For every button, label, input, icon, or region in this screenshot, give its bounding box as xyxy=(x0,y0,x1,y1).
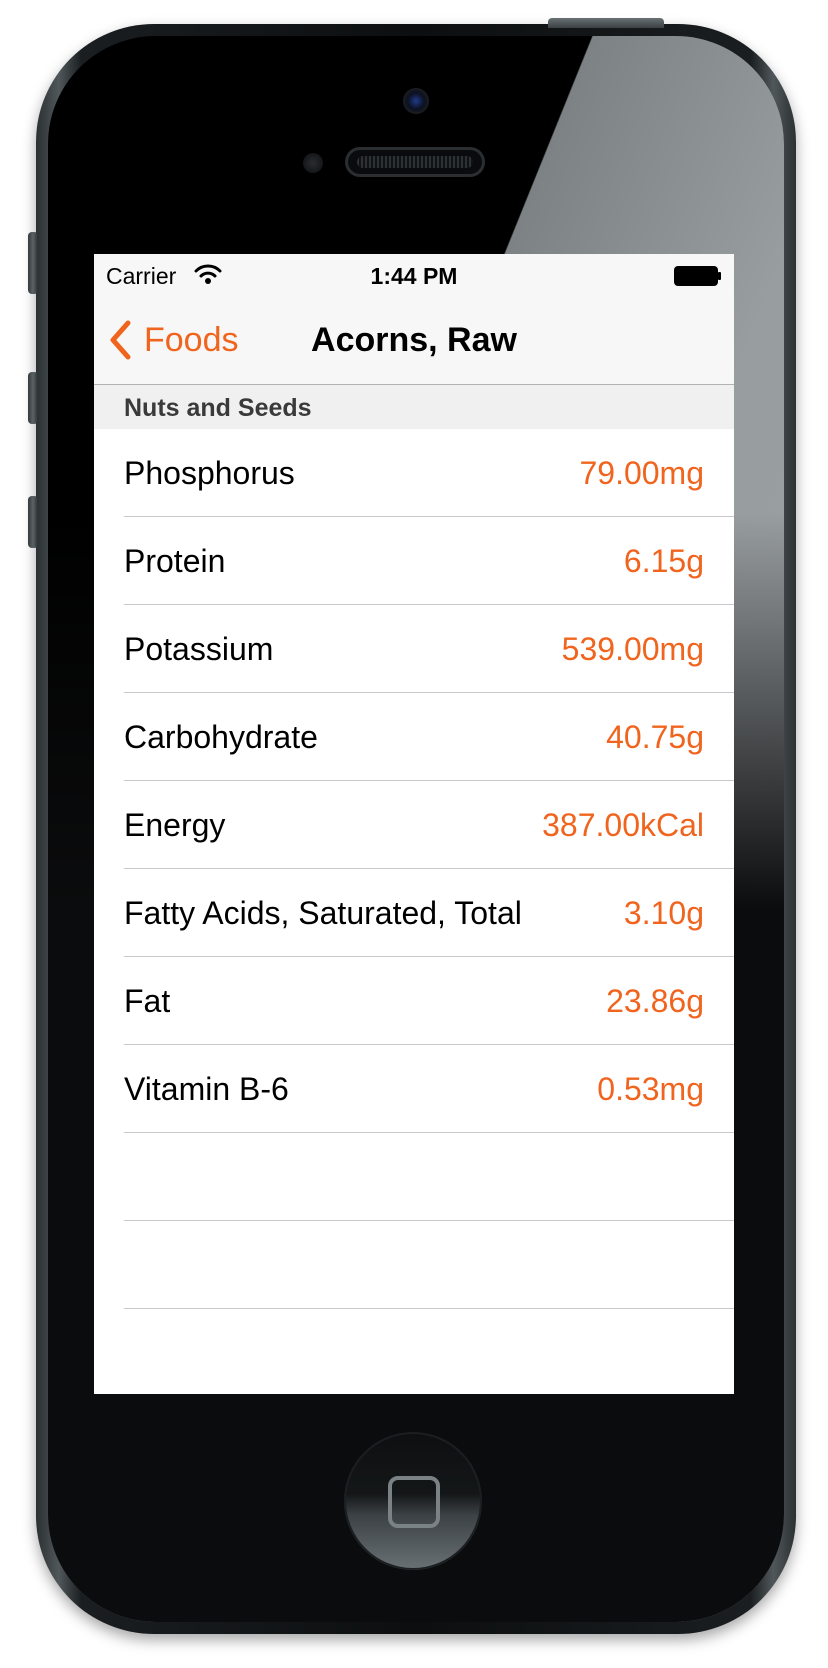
earpiece-speaker xyxy=(345,147,485,177)
home-button[interactable] xyxy=(344,1432,482,1570)
nutrient-value: 387.00kCal xyxy=(542,807,704,843)
nutrient-name: Fat xyxy=(124,983,171,1019)
front-camera-icon xyxy=(403,88,429,114)
empty-table-row xyxy=(94,1133,734,1221)
table-row[interactable]: Potassium 539.00mg xyxy=(94,605,734,693)
battery-icon xyxy=(674,266,721,286)
table-row[interactable]: Protein 6.15g xyxy=(94,517,734,605)
nutrient-name: Potassium xyxy=(124,631,274,667)
table-row[interactable]: Fat 23.86g xyxy=(94,957,734,1045)
nutrient-name: Carbohydrate xyxy=(124,719,318,755)
sleep-wake-button xyxy=(548,18,664,28)
nutrient-name: Phosphorus xyxy=(124,455,295,491)
nutrient-name: Fatty Acids, Saturated, Total xyxy=(124,895,522,931)
nutrient-value: 0.53mg xyxy=(597,1071,704,1107)
nutrient-name: Protein xyxy=(124,543,226,579)
proximity-sensor xyxy=(303,153,323,173)
table-row[interactable]: Fatty Acids, Saturated, Total 3.10g xyxy=(94,869,734,957)
volume-down-button xyxy=(28,496,38,548)
nutrient-value: 40.75g xyxy=(606,719,704,755)
table-row[interactable]: Phosphorus 79.00mg xyxy=(94,429,734,517)
section-header: Nuts and Seeds xyxy=(94,385,734,429)
volume-up-button xyxy=(28,372,38,424)
back-button-label: Foods xyxy=(144,320,239,359)
nutrient-name: Vitamin B-6 xyxy=(124,1071,289,1107)
section-header-title: Nuts and Seeds xyxy=(124,394,312,422)
nutrient-value: 79.00mg xyxy=(579,455,704,491)
navigation-bar: Foods Acorns, Raw xyxy=(94,296,734,385)
table-row[interactable]: Carbohydrate 40.75g xyxy=(94,693,734,781)
back-button[interactable]: Foods xyxy=(108,296,239,384)
nutrient-value: 23.86g xyxy=(606,983,704,1019)
nutrient-name: Energy xyxy=(124,807,226,843)
nutrient-value: 539.00mg xyxy=(561,631,704,667)
table-row[interactable]: Energy 387.00kCal xyxy=(94,781,734,869)
home-button-icon xyxy=(388,1476,440,1528)
chevron-left-icon xyxy=(110,320,131,360)
status-bar: Carrier 1:44 PM xyxy=(94,254,734,296)
nutrient-value: 3.10g xyxy=(623,895,704,931)
app-screen: Carrier 1:44 PM Foods Acorns, Raw Nuts a… xyxy=(94,254,734,1394)
empty-table-row xyxy=(94,1221,734,1309)
table-row[interactable]: Vitamin B-6 0.53mg xyxy=(94,1045,734,1133)
mute-switch xyxy=(28,232,38,294)
speaker-grill xyxy=(357,156,473,168)
nutrient-value: 6.15g xyxy=(623,543,704,579)
nutrient-table: Phosphorus 79.00mg Protein 6.15g Potassi… xyxy=(94,429,734,1309)
status-time: 1:44 PM xyxy=(370,263,458,289)
